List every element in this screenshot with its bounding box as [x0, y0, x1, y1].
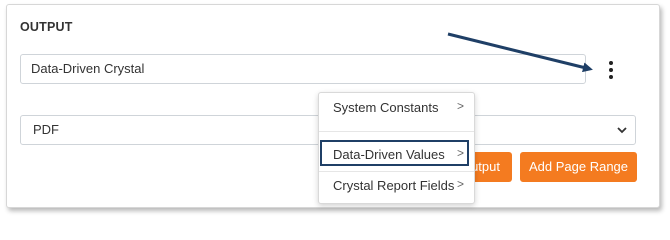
- menu-item-label: Data-Driven Values: [333, 147, 445, 162]
- menu-item-system-constants[interactable]: System Constants >: [319, 95, 474, 121]
- menu-divider: [319, 131, 474, 132]
- menu-item-label: Crystal Report Fields: [333, 178, 455, 193]
- output-name-field[interactable]: Data-Driven Crystal: [20, 54, 586, 84]
- insert-field-menu: System Constants > Data-Driven Values > …: [318, 92, 475, 204]
- chevron-right-icon: >: [456, 99, 464, 113]
- section-title: OUTPUT: [20, 20, 73, 34]
- chevron-right-icon: >: [456, 177, 464, 191]
- more-vertical-icon[interactable]: [605, 60, 617, 80]
- chevron-right-icon: >: [456, 146, 464, 160]
- chevron-down-icon: [617, 127, 627, 134]
- menu-divider: [319, 171, 474, 172]
- format-select-value: PDF: [33, 122, 59, 137]
- menu-item-data-driven-values[interactable]: Data-Driven Values >: [319, 142, 474, 168]
- menu-item-crystal-report-fields[interactable]: Crystal Report Fields >: [319, 173, 474, 199]
- add-page-range-button[interactable]: Add Page Range: [520, 152, 637, 182]
- menu-item-label: System Constants: [333, 100, 439, 115]
